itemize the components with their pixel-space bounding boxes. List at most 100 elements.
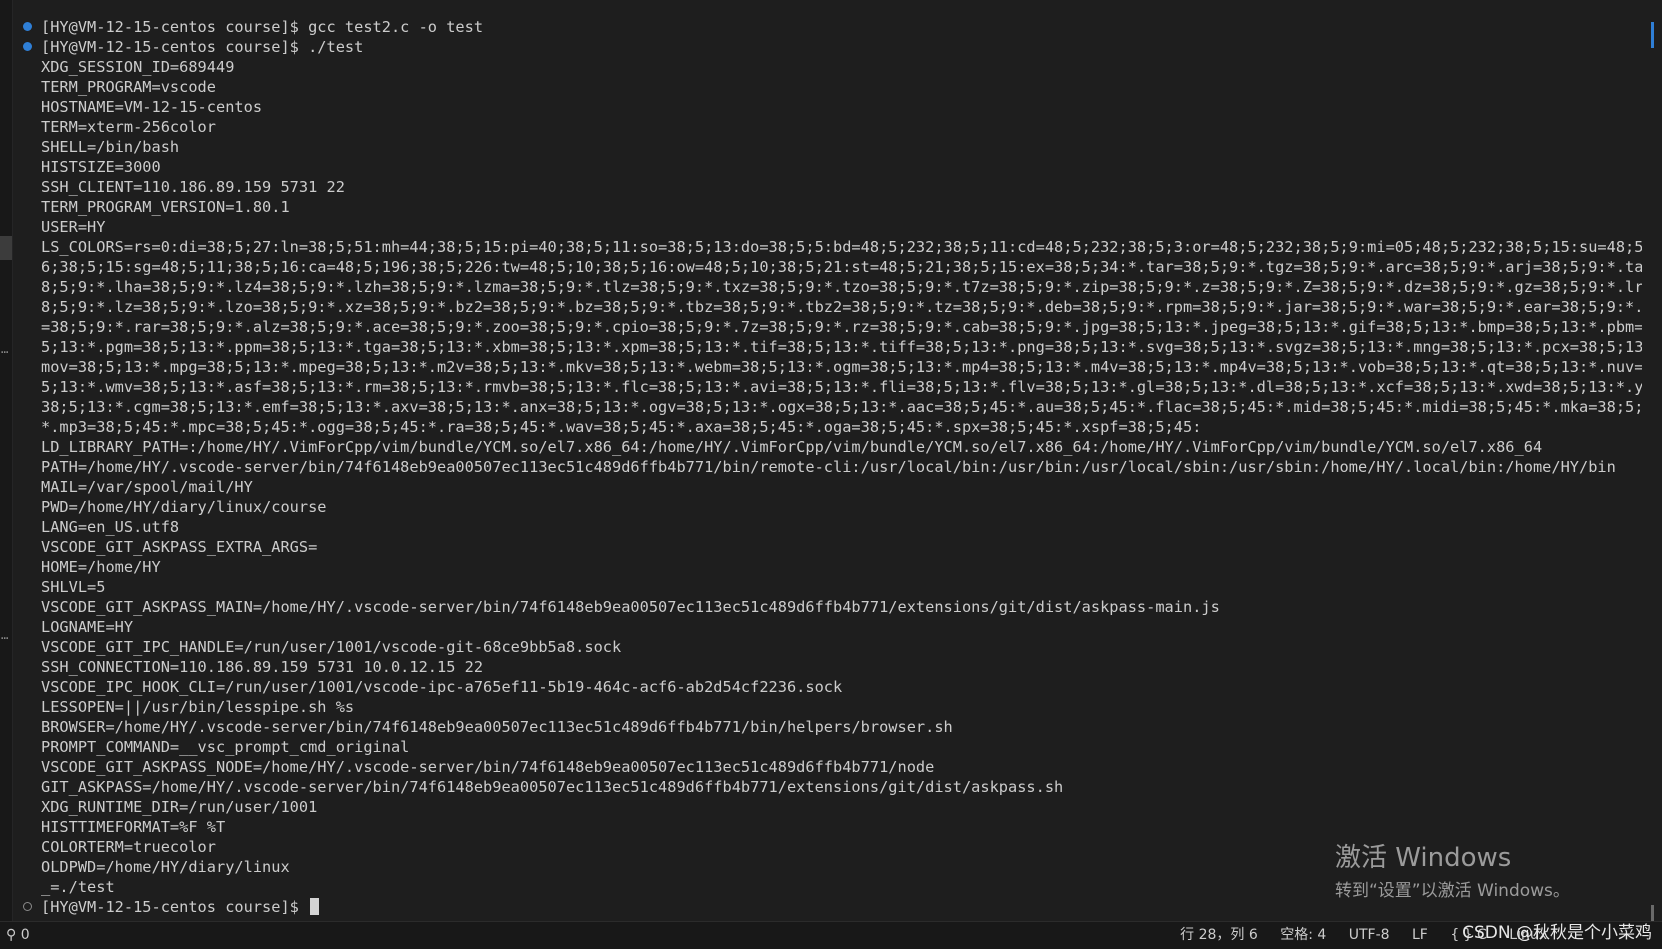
end-of-line[interactable]: LF	[1412, 922, 1428, 949]
terminal-line: 5;13:*.wmv=38;5;13:*.asf=38;5;13:*.rm=38…	[17, 377, 1642, 397]
terminal-line: BROWSER=/home/HY/.vscode-server/bin/74f6…	[17, 717, 1642, 737]
terminal-line: SHLVL=5	[17, 577, 1642, 597]
terminal-line: LANG=en_US.utf8	[17, 517, 1642, 537]
terminal-line-text: 38;5;13:*.cgm=38;5;13:*.emf=38;5;13:*.ax…	[41, 398, 1642, 416]
terminal-line-text: 5;13:*.pgm=38;5;13:*.ppm=38;5;13:*.tga=3…	[41, 338, 1642, 356]
terminal-line: 8;5;9:*.lz=38;5;9:*.lzo=38;5;9:*.xz=38;5…	[17, 297, 1642, 317]
command-decoration-icon[interactable]	[23, 22, 32, 31]
terminal-line: HISTSIZE=3000	[17, 157, 1642, 177]
terminal-line-text: USER=HY	[41, 218, 106, 236]
terminal-line-text: SHLVL=5	[41, 578, 106, 596]
terminal-line-text: MAIL=/var/spool/mail/HY	[41, 478, 253, 496]
terminal-line: TERM_PROGRAM_VERSION=1.80.1	[17, 197, 1642, 217]
terminal-line-text: 8;5;9:*.lha=38;5;9:*.lz4=38;5;9:*.lzh=38…	[41, 278, 1642, 296]
terminal-line-text: _=./test	[41, 878, 115, 896]
terminal-line-text: VSCODE_GIT_ASKPASS_EXTRA_ARGS=	[41, 538, 318, 556]
cursor-position[interactable]: 行 28，列 6	[1180, 922, 1258, 949]
terminal-line-text: LANG=en_US.utf8	[41, 518, 180, 536]
terminal-line: VSCODE_IPC_HOOK_CLI=/run/user/1001/vscod…	[17, 677, 1642, 697]
broadcast-icon: ⚲	[6, 927, 17, 943]
terminal-line-text: XDG_SESSION_ID=689449	[41, 58, 235, 76]
terminal-line-text: LOGNAME=HY	[41, 618, 134, 636]
terminal-line: XDG_SESSION_ID=689449	[17, 57, 1642, 77]
terminal-line: XDG_RUNTIME_DIR=/run/user/1001	[17, 797, 1642, 817]
left-gutter: ⋯ ⋯	[0, 0, 13, 922]
terminal-line: LESSOPEN=||/usr/bin/lesspipe.sh %s	[17, 697, 1642, 717]
terminal-line: SSH_CLIENT=110.186.89.159 5731 22	[17, 177, 1642, 197]
terminal-line: PWD=/home/HY/diary/linux/course	[17, 497, 1642, 517]
terminal-line: 6;38;5;15:sg=48;5;11;38;5;16:ca=48;5;196…	[17, 257, 1642, 277]
terminal-line-text: VSCODE_GIT_IPC_HANDLE=/run/user/1001/vsc…	[41, 638, 622, 656]
terminal-line: =38;5;9:*.rar=38;5;9:*.alz=38;5;9:*.ace=…	[17, 317, 1642, 337]
terminal-line-text: mov=38;5;13:*.mpg=38;5;13:*.mpeg=38;5;13…	[41, 358, 1642, 376]
terminal-line-text: COLORTERM=truecolor	[41, 838, 216, 856]
terminal-line: VSCODE_GIT_ASKPASS_NODE=/home/HY/.vscode…	[17, 757, 1642, 777]
terminal-line: 5;13:*.pgm=38;5;13:*.ppm=38;5;13:*.tga=3…	[17, 337, 1642, 357]
terminal-line-text: PWD=/home/HY/diary/linux/course	[41, 498, 327, 516]
terminal-line-text: HISTTIMEFORMAT=%F %T	[41, 818, 226, 836]
terminal-line-text: BROWSER=/home/HY/.vscode-server/bin/74f6…	[41, 718, 953, 736]
terminal-line-text: VSCODE_IPC_HOOK_CLI=/run/user/1001/vscod…	[41, 678, 843, 696]
terminal-line-text: HISTSIZE=3000	[41, 158, 161, 176]
terminal-line: TERM=xterm-256color	[17, 117, 1642, 137]
terminal-line-text: SSH_CLIENT=110.186.89.159 5731 22	[41, 178, 345, 196]
terminal-scrollbar[interactable]	[1648, 0, 1662, 922]
terminal-line-text: SHELL=/bin/bash	[41, 138, 180, 156]
terminal-line-text: VSCODE_GIT_ASKPASS_NODE=/home/HY/.vscode…	[41, 758, 935, 776]
terminal-line: SHELL=/bin/bash	[17, 137, 1642, 157]
terminal-line: PROMPT_COMMAND=__vsc_prompt_cmd_original	[17, 737, 1642, 757]
status-bar: ⚲ 0 行 28，列 6 空格: 4 UTF-8 LF { } C Linux …	[0, 921, 1662, 949]
terminal-line: TERM_PROGRAM=vscode	[17, 77, 1642, 97]
terminal-line: [HY@VM-12-15-centos course]$ gcc test2.c…	[17, 17, 1642, 37]
terminal-line: *.mp3=38;5;45:*.mpc=38;5;45:*.ogg=38;5;4…	[17, 417, 1642, 437]
terminal-line-text: TERM_PROGRAM_VERSION=1.80.1	[41, 198, 290, 216]
terminal-line: VSCODE_GIT_ASKPASS_EXTRA_ARGS=	[17, 537, 1642, 557]
terminal-line-text: =38;5;9:*.rar=38;5;9:*.alz=38;5;9:*.ace=…	[41, 318, 1642, 336]
terminal-line-text: XDG_RUNTIME_DIR=/run/user/1001	[41, 798, 318, 816]
terminal-line-text: *.mp3=38;5;45:*.mpc=38;5;45:*.ogg=38;5;4…	[41, 418, 1202, 436]
terminal-line: VSCODE_GIT_IPC_HANDLE=/run/user/1001/vsc…	[17, 637, 1642, 657]
terminal-line: mov=38;5;13:*.mpg=38;5;13:*.mpeg=38;5;13…	[17, 357, 1642, 377]
terminal-line-text: LESSOPEN=||/usr/bin/lesspipe.sh %s	[41, 698, 355, 716]
terminal-line: 8;5;9:*.lha=38;5;9:*.lz4=38;5;9:*.lzh=38…	[17, 277, 1642, 297]
windows-activation-watermark: 激活 Windows 转到“设置”以激活 Windows。	[1335, 842, 1570, 904]
terminal-cursor	[310, 898, 320, 915]
terminal-line-text: HOSTNAME=VM-12-15-centos	[41, 98, 263, 116]
csdn-watermark: CSDN @秋秋是个小菜鸡	[1462, 923, 1652, 943]
terminal-line: HISTTIMEFORMAT=%F %T	[17, 817, 1642, 837]
more-icon[interactable]: ⋯	[1, 346, 8, 358]
terminal-line: [HY@VM-12-15-centos course]$ ./test	[17, 37, 1642, 57]
terminal-line-text: VSCODE_GIT_ASKPASS_MAIN=/home/HY/.vscode…	[41, 598, 1220, 616]
terminal-line-text: TERM=xterm-256color	[41, 118, 216, 136]
terminal-line: 38;5;13:*.cgm=38;5;13:*.emf=38;5;13:*.ax…	[17, 397, 1642, 417]
gutter-indicator	[0, 236, 12, 260]
ports-indicator[interactable]: ⚲ 0	[6, 922, 30, 949]
terminal-line-text: GIT_ASKPASS=/home/HY/.vscode-server/bin/…	[41, 778, 1064, 796]
watermark-subtitle: 转到“设置”以激活 Windows。	[1335, 881, 1570, 901]
terminal-line-text: PATH=/home/HY/.vscode-server/bin/74f6148…	[41, 458, 1616, 476]
watermark-title: 激活 Windows	[1335, 843, 1512, 873]
scroll-marker	[1651, 905, 1654, 921]
terminal-line: PATH=/home/HY/.vscode-server/bin/74f6148…	[17, 457, 1642, 477]
terminal-line: MAIL=/var/spool/mail/HY	[17, 477, 1642, 497]
terminal-line-text: OLDPWD=/home/HY/diary/linux	[41, 858, 290, 876]
command-decoration-icon[interactable]	[23, 902, 32, 911]
more-icon[interactable]: ⋯	[1, 632, 8, 644]
terminal-line: LS_COLORS=rs=0:di=38;5;27:ln=38;5;51:mh=…	[17, 237, 1642, 257]
terminal-line-text: [HY@VM-12-15-centos course]$	[41, 898, 309, 916]
terminal-line: HOME=/home/HY	[17, 557, 1642, 577]
encoding[interactable]: UTF-8	[1349, 922, 1390, 949]
terminal-output[interactable]: [HY@VM-12-15-centos course]$ gcc test2.c…	[17, 17, 1642, 921]
terminal-line-text: 5;13:*.wmv=38;5;13:*.asf=38;5;13:*.rm=38…	[41, 378, 1642, 396]
command-decoration-icon[interactable]	[23, 42, 32, 51]
terminal-line-text: 8;5;9:*.lz=38;5;9:*.lzo=38;5;9:*.xz=38;5…	[41, 298, 1642, 316]
indentation[interactable]: 空格: 4	[1280, 922, 1326, 949]
terminal-line-text: 6;38;5;15:sg=48;5;11;38;5;16:ca=48;5;196…	[41, 258, 1642, 276]
terminal-line: LD_LIBRARY_PATH=:/home/HY/.VimForCpp/vim…	[17, 437, 1642, 457]
terminal-line: VSCODE_GIT_ASKPASS_MAIN=/home/HY/.vscode…	[17, 597, 1642, 617]
terminal-line-text: PROMPT_COMMAND=__vsc_prompt_cmd_original	[41, 738, 410, 756]
terminal-line-text: HOME=/home/HY	[41, 558, 161, 576]
terminal-line-text: [HY@VM-12-15-centos course]$ gcc test2.c…	[41, 18, 484, 36]
terminal-line-text: LD_LIBRARY_PATH=:/home/HY/.VimForCpp/vim…	[41, 438, 1543, 456]
terminal-line-text: SSH_CONNECTION=110.186.89.159 5731 10.0.…	[41, 658, 484, 676]
